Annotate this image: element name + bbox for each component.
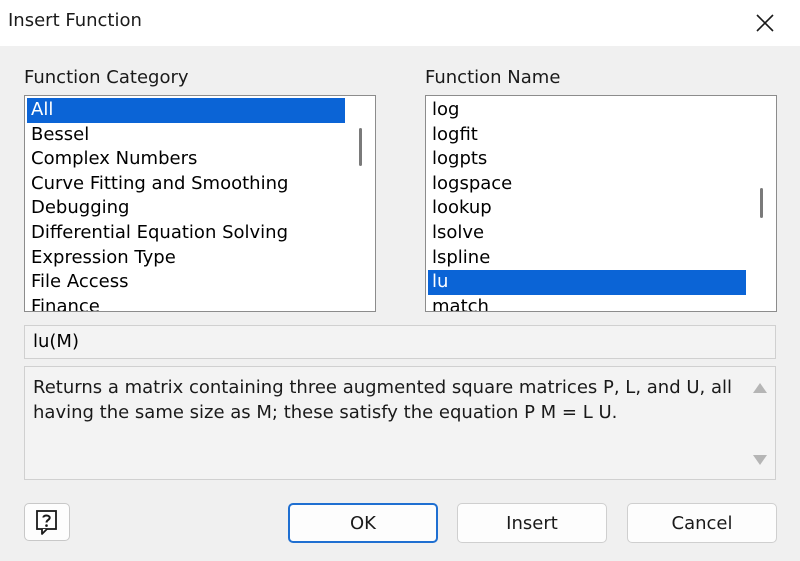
function-item[interactable]: logfit <box>428 123 746 148</box>
function-name-items: log logfit logpts logspace lookup lsolve… <box>428 98 746 311</box>
function-name-label: Function Name <box>425 67 561 88</box>
function-item[interactable]: lookup <box>428 196 746 221</box>
title-bar: Insert Function <box>0 0 800 46</box>
category-scrollbar-thumb[interactable] <box>359 128 362 166</box>
function-description-box: Returns a matrix containing three augmen… <box>24 366 776 480</box>
function-item[interactable]: lsolve <box>428 221 746 246</box>
category-item[interactable]: Debugging <box>27 196 345 221</box>
scroll-down-arrow-icon[interactable] <box>753 455 767 465</box>
category-item[interactable]: Differential Equation Solving <box>27 221 345 246</box>
close-icon <box>756 14 774 32</box>
category-item[interactable]: Complex Numbers <box>27 147 345 172</box>
function-category-label: Function Category <box>24 67 189 88</box>
close-button[interactable] <box>730 0 800 46</box>
category-item[interactable]: Curve Fitting and Smoothing <box>27 172 345 197</box>
category-item[interactable]: Finance <box>27 295 345 311</box>
help-button[interactable] <box>24 503 70 541</box>
function-item[interactable]: lu <box>428 270 746 295</box>
scroll-up-arrow-icon[interactable] <box>753 383 767 393</box>
function-name-list[interactable]: log logfit logpts logspace lookup lsolve… <box>425 95 777 312</box>
function-description: Returns a matrix containing three augmen… <box>33 377 732 423</box>
cancel-button[interactable]: Cancel <box>627 503 777 543</box>
insert-function-dialog: Insert Function Function Category All Be… <box>0 0 800 561</box>
function-category-list[interactable]: All Bessel Complex Numbers Curve Fitting… <box>24 95 376 312</box>
category-item[interactable]: All <box>27 98 345 123</box>
insert-button[interactable]: Insert <box>457 503 607 543</box>
window-title: Insert Function <box>8 10 142 31</box>
function-item[interactable]: log <box>428 98 746 123</box>
category-item[interactable]: Expression Type <box>27 246 345 271</box>
function-item[interactable]: logpts <box>428 147 746 172</box>
function-item[interactable]: logspace <box>428 172 746 197</box>
function-signature: lu(M) <box>24 325 776 359</box>
ok-button[interactable]: OK <box>288 503 438 543</box>
function-scrollbar-thumb[interactable] <box>760 188 763 218</box>
category-item[interactable]: Bessel <box>27 123 345 148</box>
function-category-items: All Bessel Complex Numbers Curve Fitting… <box>27 98 345 311</box>
category-item[interactable]: File Access <box>27 270 345 295</box>
help-icon <box>36 510 57 535</box>
function-item[interactable]: lspline <box>428 246 746 271</box>
function-item[interactable]: match <box>428 295 746 311</box>
